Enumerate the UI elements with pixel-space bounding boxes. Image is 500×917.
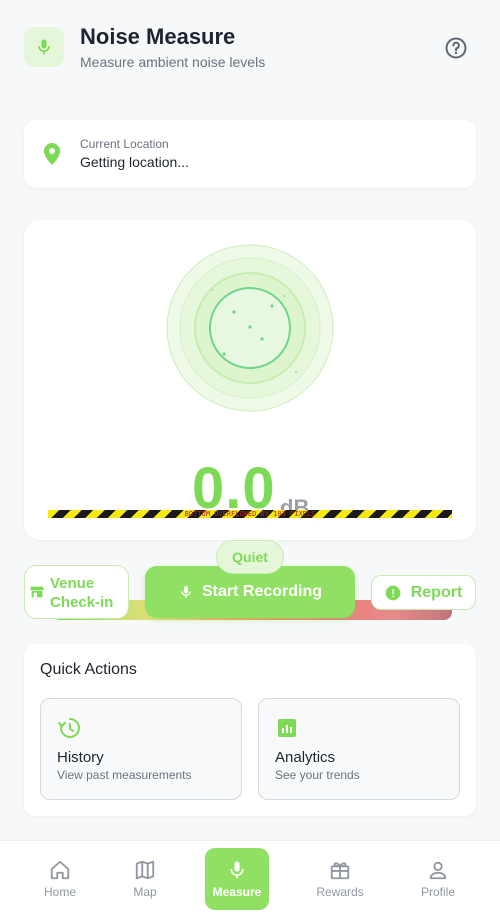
report-button[interactable]: Report: [371, 575, 476, 610]
venue-checkin-button[interactable]: Venue Check-in: [24, 565, 129, 619]
overflow-warning-text: BOTTOM OVERFLOWED BY 103 PIXELS: [184, 510, 316, 518]
report-label: Report: [410, 583, 463, 601]
analytics-tile-description: See your trends: [275, 768, 360, 782]
gift-icon: [330, 862, 350, 880]
page-title: Noise Measure: [80, 24, 236, 49]
analytics-tile[interactable]: Analytics See your trends: [258, 698, 460, 800]
help-button[interactable]: [444, 36, 468, 60]
nav-label-profile: Profile: [420, 885, 455, 899]
start-recording-label: Start Recording: [201, 583, 322, 600]
home-icon: [50, 860, 70, 880]
analytics-icon: [278, 719, 296, 737]
history-tile-description: View past measurements: [57, 768, 192, 782]
noise-level-badge: Quiet: [216, 540, 284, 574]
map-icon: [135, 860, 155, 880]
venue-checkin-label: Venue Check-in: [50, 575, 114, 611]
nav-item-rewards[interactable]: Rewards: [308, 848, 372, 910]
nav-label-rewards: Rewards: [316, 885, 364, 899]
page-subtitle: Measure ambient noise levels: [80, 54, 266, 70]
nav-label-measure: Measure: [212, 885, 262, 899]
nav-label-home: Home: [43, 885, 76, 899]
history-icon: [58, 718, 80, 738]
microphone-icon: [230, 861, 244, 879]
microphone-icon: [181, 586, 191, 598]
location-label: Current Location: [80, 137, 169, 151]
analytics-tile-name: Analytics: [275, 749, 336, 766]
microphone-icon: [38, 39, 50, 55]
nav-item-profile[interactable]: Profile: [408, 848, 468, 910]
history-tile[interactable]: History View past measurements: [40, 698, 242, 800]
nav-item-measure[interactable]: Measure: [205, 848, 269, 910]
sound-radar: [166, 244, 334, 412]
nav-item-home[interactable]: Home: [30, 848, 90, 910]
person-icon: [429, 861, 447, 880]
help-circle-icon: [445, 37, 467, 59]
nav-item-map[interactable]: Map: [115, 848, 175, 910]
history-tile-name: History: [57, 749, 104, 766]
location-pin-icon: [42, 142, 62, 166]
app-logo: [24, 27, 64, 67]
location-value: Getting location...: [80, 154, 189, 170]
alert-circle-icon: [385, 585, 401, 600]
nav-label-map: Map: [133, 885, 157, 899]
store-icon: [30, 586, 44, 598]
quick-actions-title: Quick Actions: [40, 661, 137, 678]
